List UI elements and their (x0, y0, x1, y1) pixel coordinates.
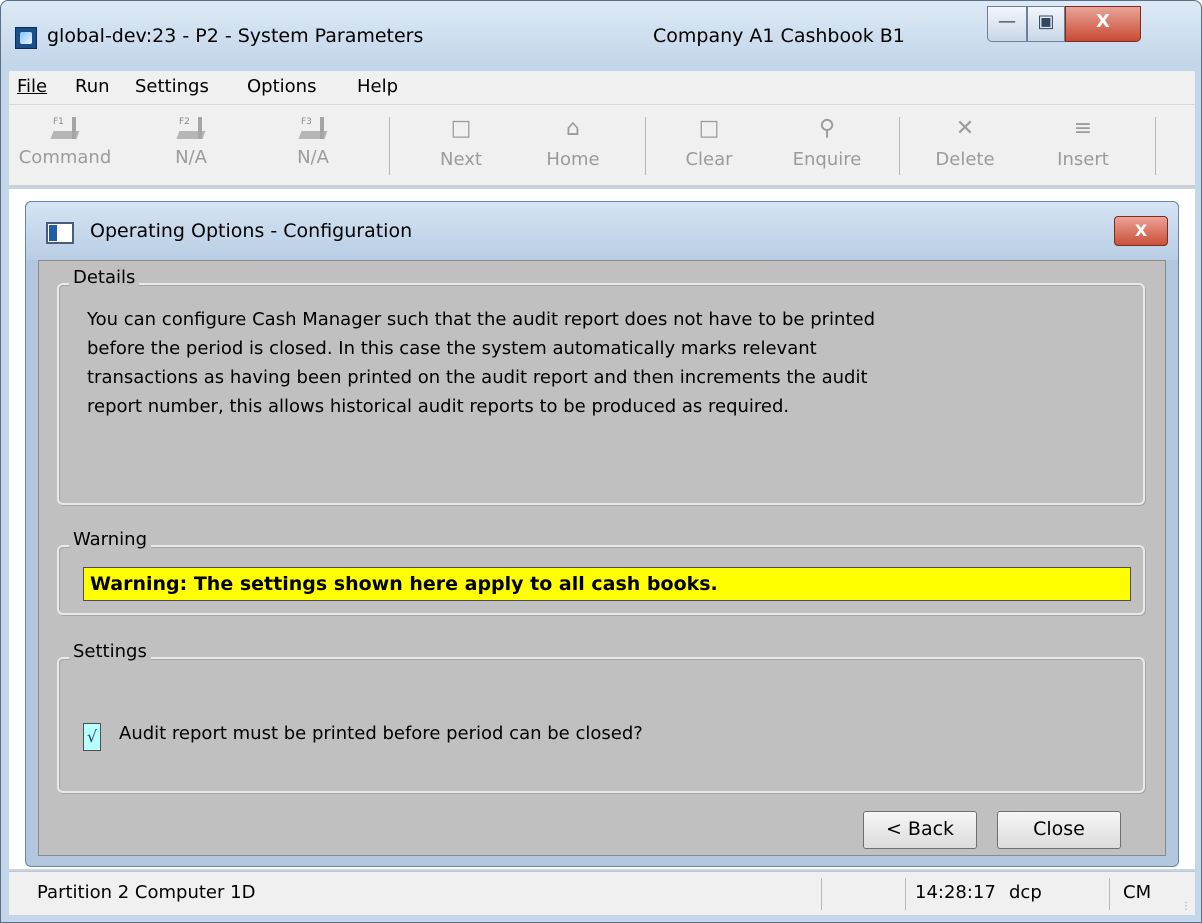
app-icon (15, 27, 37, 49)
partition-status: Partition 2 Computer 1D (37, 882, 256, 903)
enquire-label: Enquire (792, 149, 862, 170)
details-legend: Details (69, 267, 140, 288)
next-button[interactable]: □ Next (413, 111, 509, 181)
dialog-title: Operating Options - Configuration (90, 220, 413, 242)
home-button[interactable]: ⌂ Home (525, 111, 621, 181)
window-title: global-dev:23 - P2 - System Parameters (47, 25, 424, 47)
audit-report-checkbox-label: Audit report must be printed before peri… (119, 723, 643, 744)
details-description: You can configure Cash Manager such that… (87, 309, 876, 417)
status-separator (905, 878, 906, 910)
insert-label: Insert (1057, 149, 1109, 170)
audit-report-checkbox[interactable]: √ (83, 723, 101, 751)
magnifier-icon: ⚲ (818, 116, 836, 141)
dialog-window-icon (46, 222, 74, 244)
warning-message: Warning: The settings shown here apply t… (83, 567, 1131, 601)
module-status: CM (1123, 882, 1152, 903)
status-bar: Partition 2 Computer 1D 14:28:17 dcp CM … (9, 871, 1195, 915)
f1-key-icon: F1 (50, 115, 80, 141)
f2-key-icon: F2 (176, 115, 206, 141)
insert-row-icon: ≡ (1073, 116, 1093, 141)
minimize-icon: — (998, 11, 1016, 32)
f3-key-icon: F3 (298, 115, 328, 141)
menu-options[interactable]: Options (247, 76, 316, 97)
clock-status: 14:28:17 (915, 882, 996, 903)
menu-run[interactable]: Run (75, 76, 110, 97)
menu-settings-label: Settings (135, 76, 209, 97)
clear-button[interactable]: □ Clear (661, 111, 757, 181)
clear-icon: □ (698, 116, 720, 141)
command-label: Command (18, 147, 112, 168)
na-f3-label: N/A (297, 147, 329, 168)
menu-options-label: Options (247, 76, 317, 97)
dialog-close-button[interactable]: X (1114, 216, 1168, 246)
home-label: Home (546, 149, 600, 170)
toolbar-separator (899, 117, 900, 175)
delete-label: Delete (935, 149, 995, 170)
menu-run-label: Run (75, 76, 110, 97)
application-window: global-dev:23 - P2 - System Parameters C… (0, 0, 1202, 923)
menu-help-label: Help (357, 76, 399, 97)
dialog-body: Details You can configure Cash Manager s… (38, 260, 1166, 856)
status-separator (821, 878, 822, 910)
dialog-title-bar: Operating Options - Configuration X (26, 202, 1178, 260)
maximize-button[interactable]: ▣ (1027, 6, 1065, 42)
warning-group: Warning Warning: The settings shown here… (57, 529, 1145, 615)
details-group: Details You can configure Cash Manager s… (57, 267, 1145, 505)
na-f2-button[interactable]: F2 N/A (143, 111, 239, 181)
title-bar: global-dev:23 - P2 - System Parameters C… (1, 1, 1201, 65)
warning-legend: Warning (69, 529, 152, 550)
clear-label: Clear (685, 149, 733, 170)
delete-button[interactable]: ✕ Delete (917, 111, 1013, 181)
delete-x-icon: ✕ (955, 116, 975, 141)
toolbar-separator (389, 117, 390, 175)
back-button[interactable]: < Back (863, 811, 977, 849)
toolbar-separator (645, 117, 646, 175)
toolbar: F1 Command F2 N/A F3 N/A □ Next ⌂ Home □… (9, 105, 1195, 187)
close-icon: X (1134, 221, 1148, 240)
menu-settings[interactable]: Settings (135, 76, 209, 97)
minimize-button[interactable]: — (987, 6, 1027, 42)
close-window-button[interactable]: X (1065, 6, 1141, 42)
page-icon: □ (450, 116, 472, 141)
status-separator (1109, 878, 1110, 910)
menu-file-label: File (17, 76, 48, 97)
resize-grip-icon[interactable]: ⋮ (1181, 901, 1191, 912)
user-status: dcp (1009, 882, 1042, 903)
command-button[interactable]: F1 Command (17, 111, 113, 181)
settings-legend: Settings (69, 641, 151, 662)
toolbar-separator (1155, 117, 1156, 175)
settings-group: Settings √ Audit report must be printed … (57, 641, 1145, 793)
checkmark-icon: √ (86, 727, 98, 746)
na-f2-label: N/A (175, 147, 207, 168)
configuration-dialog: Operating Options - Configuration X Deta… (25, 201, 1179, 867)
close-button[interactable]: Close (997, 811, 1121, 849)
company-cashbook-info: Company A1 Cashbook B1 (653, 25, 905, 47)
home-icon: ⌂ (566, 116, 580, 141)
menu-help[interactable]: Help (357, 76, 398, 97)
na-f3-button[interactable]: F3 N/A (265, 111, 361, 181)
maximize-icon: ▣ (1037, 11, 1055, 32)
insert-button[interactable]: ≡ Insert (1035, 111, 1131, 181)
enquire-button[interactable]: ⚲ Enquire (779, 111, 875, 181)
next-label: Next (440, 149, 482, 170)
menu-bar: File Run Settings Options Help (9, 71, 1195, 105)
close-icon: X (1096, 11, 1110, 32)
menu-file[interactable]: File (17, 76, 47, 97)
